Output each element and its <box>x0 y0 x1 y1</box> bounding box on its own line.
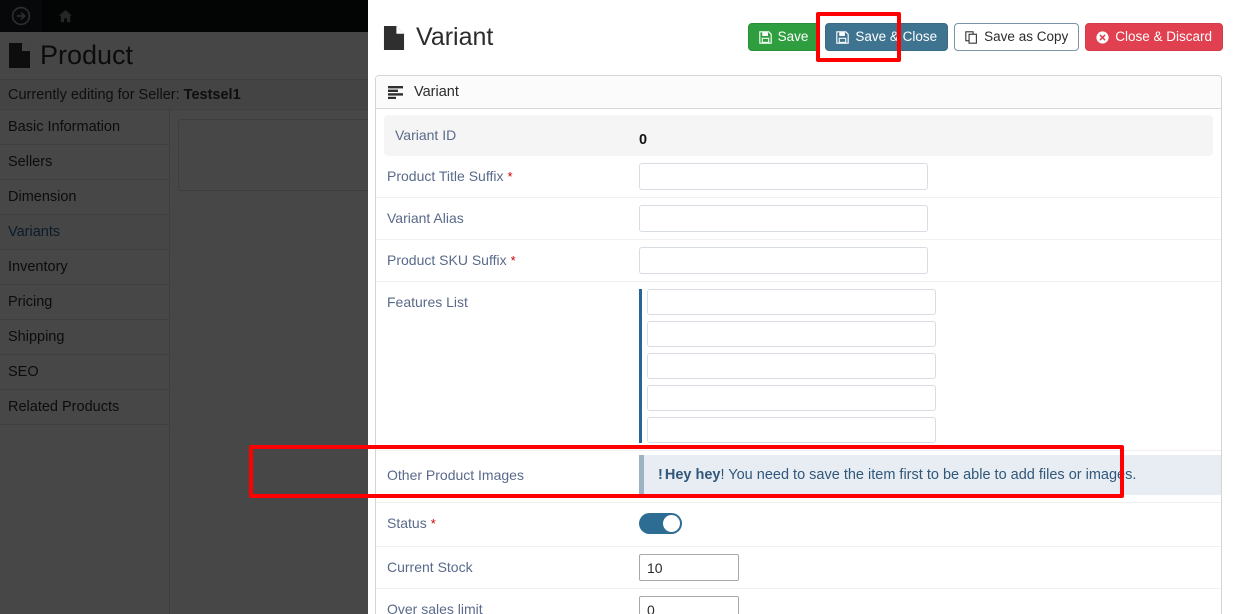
variant-id-label: Variant ID <box>395 127 457 143</box>
required-asterisk: * <box>510 253 516 268</box>
product-sku-suffix-control <box>639 240 1221 281</box>
other-product-images-label: Other Product Images <box>387 467 524 483</box>
field-row-product-sku-suffix: Product SKU Suffix * <box>376 240 1221 282</box>
product-title-suffix-label: Product Title Suffix * <box>387 156 639 184</box>
product-title-suffix-label-text: Product Title Suffix <box>387 168 504 184</box>
variant-id-value-cell: 0 <box>639 115 1213 155</box>
required-asterisk: * <box>430 516 436 531</box>
variant-modal-title: Variant <box>383 23 493 52</box>
field-row-status: Status * <box>376 503 1221 547</box>
alert-strong-text: Hey hey <box>664 467 721 483</box>
features-list-input-1[interactable] <box>647 289 936 315</box>
variant-modal-title-text: Variant <box>416 23 494 51</box>
close-discard-button[interactable]: Close & Discard <box>1085 23 1223 51</box>
features-list-label: Features List <box>387 294 468 310</box>
field-row-over-sales-limit: Over sales limit <box>376 589 1221 614</box>
over-sales-limit-input[interactable] <box>639 596 739 614</box>
save-button[interactable]: Save <box>747 23 820 51</box>
align-left-icon <box>388 85 403 99</box>
features-list-input-4[interactable] <box>647 385 936 411</box>
variant-form-panel: Variant Variant ID 0 Product Title Suffi… <box>375 75 1222 614</box>
floppy-disk-icon <box>836 30 850 44</box>
field-row-variant-alias: Variant Alias <box>376 198 1221 240</box>
floppy-disk-icon <box>758 30 772 44</box>
over-sales-limit-control <box>639 589 1221 614</box>
status-label: Status * <box>387 503 639 531</box>
variant-modal: Variant Save Save & Close Save as Copy Clos… <box>368 0 1233 614</box>
current-stock-label: Current Stock <box>387 559 473 575</box>
copy-icon <box>965 30 978 44</box>
file-icon <box>383 25 405 51</box>
status-control <box>639 503 1221 546</box>
required-asterisk: * <box>507 169 513 184</box>
status-label-text: Status <box>387 515 427 531</box>
features-list-input-5[interactable] <box>647 417 936 443</box>
product-sku-suffix-label: Product SKU Suffix * <box>387 240 639 268</box>
features-list-input-3[interactable] <box>647 353 936 379</box>
circle-x-icon <box>1096 30 1109 44</box>
variant-modal-action-buttons: Save Save & Close Save as Copy Close & Disc… <box>747 23 1223 51</box>
other-product-images-control: ! Hey hey! You need to save the item firs… <box>639 451 1221 502</box>
screen: Product Currently editing for Seller: Te… <box>0 0 1233 614</box>
variant-id-value: 0 <box>639 132 648 148</box>
product-title-suffix-input[interactable] <box>639 163 928 190</box>
variant-alias-control <box>639 198 1221 239</box>
field-row-variant-id: Variant ID 0 <box>384 115 1213 156</box>
field-row-product-title-suffix: Product Title Suffix * <box>376 156 1221 198</box>
toggle-knob <box>663 515 680 532</box>
features-list-control <box>639 282 1221 450</box>
button-label: Save & Close <box>855 29 938 45</box>
status-toggle-switch[interactable] <box>639 513 682 534</box>
save-as-copy-button[interactable]: Save as Copy <box>954 23 1080 51</box>
variant-alias-label: Variant Alias <box>387 210 464 226</box>
features-list-inputs <box>639 289 936 443</box>
field-row-current-stock: Current Stock <box>376 547 1221 589</box>
features-list-input-2[interactable] <box>647 321 936 347</box>
button-label: Close & Discard <box>1115 29 1212 45</box>
variant-alias-input[interactable] <box>639 205 928 232</box>
product-sku-suffix-input[interactable] <box>639 247 928 274</box>
button-label: Save <box>777 29 809 45</box>
variant-panel-header: Variant <box>376 76 1221 109</box>
field-row-other-product-images: Other Product Images ! Hey hey! You need … <box>376 451 1221 503</box>
over-sales-limit-label: Over sales limit <box>387 601 483 614</box>
save-first-alert: ! Hey hey! You need to save the item firs… <box>639 455 1221 495</box>
current-stock-input[interactable] <box>639 554 739 581</box>
product-sku-suffix-label-text: Product SKU Suffix <box>387 252 507 268</box>
alert-exclamation-icon: ! <box>658 467 663 483</box>
variant-form-body: Variant ID 0 Product Title Suffix * Vari… <box>376 109 1221 614</box>
variant-modal-header: Variant Save Save & Close Save as Copy Clos… <box>368 0 1233 75</box>
current-stock-control <box>639 547 1221 588</box>
alert-text: ! You need to save the item first to be … <box>720 467 1137 483</box>
product-title-suffix-control <box>639 156 1221 197</box>
save-close-button[interactable]: Save & Close <box>825 23 949 51</box>
button-label: Save as Copy <box>984 29 1069 45</box>
field-row-features-list: Features List <box>376 282 1221 451</box>
variant-panel-header-label: Variant <box>414 84 459 100</box>
